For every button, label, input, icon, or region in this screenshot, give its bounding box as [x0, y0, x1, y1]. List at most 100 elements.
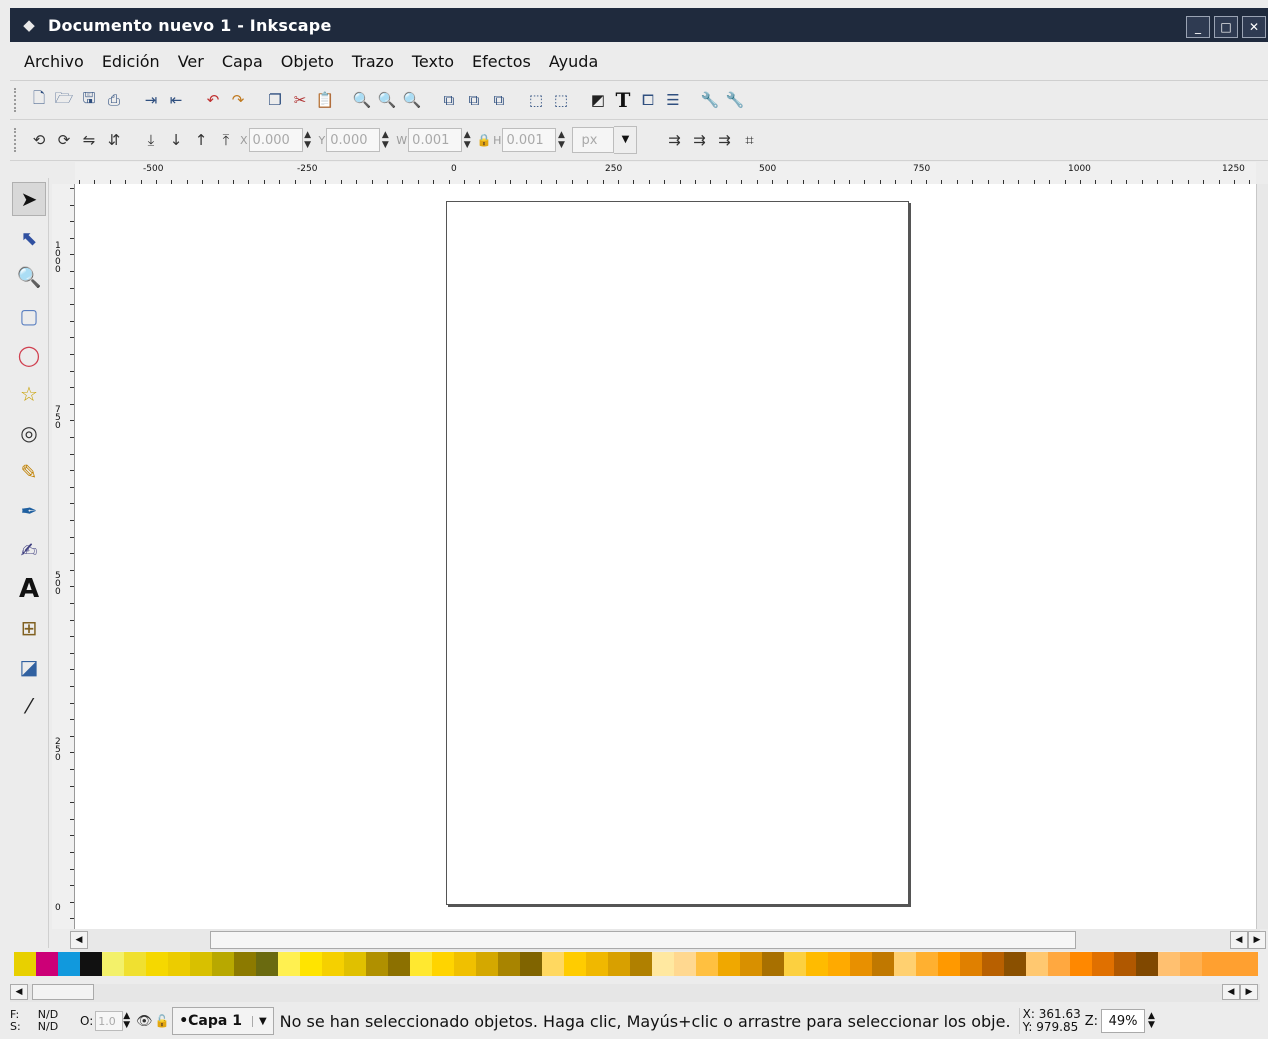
lower-to-bottom-icon[interactable]: ⤓ [140, 129, 162, 151]
palette-swatch[interactable] [740, 952, 762, 976]
palette-swatch[interactable] [80, 952, 102, 976]
horizontal-scroll-thumb[interactable] [210, 931, 1076, 949]
maximize-button[interactable]: □ [1214, 16, 1238, 38]
layer-select[interactable]: •Capa 1 ▼ [172, 1007, 274, 1035]
move-gradients-icon[interactable]: ⇉ [713, 129, 735, 151]
minimize-button[interactable]: _ [1186, 16, 1210, 38]
palette-swatch[interactable] [388, 952, 410, 976]
palette-scroll-right-button[interactable]: ▶ [1240, 984, 1258, 1000]
palette-swatch[interactable] [410, 952, 432, 976]
height-spinner[interactable]: ▲ ▼ [556, 130, 566, 150]
opacity-spinner[interactable]: ▲ ▼ [123, 1012, 130, 1030]
menu-archivo[interactable]: Archivo [24, 52, 84, 71]
palette-swatch[interactable] [168, 952, 190, 976]
close-button[interactable]: ✕ [1242, 16, 1266, 38]
text-tool-icon[interactable]: A [12, 572, 46, 606]
menu-objeto[interactable]: Objeto [281, 52, 334, 71]
star-tool-icon[interactable]: ☆ [12, 377, 46, 411]
palette-swatch[interactable] [102, 952, 124, 976]
menu-ver[interactable]: Ver [178, 52, 204, 71]
palette-swatch[interactable] [872, 952, 894, 976]
rotate-ccw-icon[interactable]: ⟲ [28, 129, 50, 151]
zoom-drawing-icon[interactable]: 🔍 [376, 89, 398, 111]
save-icon[interactable]: 🖫 [78, 89, 100, 111]
y-input[interactable]: 0.000 [326, 128, 381, 152]
menu-efectos[interactable]: Efectos [472, 52, 531, 71]
palette-swatch[interactable] [630, 952, 652, 976]
layer-lock-icon[interactable]: 🔓 [155, 1010, 170, 1032]
palette-swatch[interactable] [938, 952, 960, 976]
palette-swatch[interactable] [916, 952, 938, 976]
flip-horizontal-icon[interactable]: ⇋ [78, 129, 100, 151]
palette-swatch[interactable] [718, 952, 740, 976]
palette-swatch[interactable] [894, 952, 916, 976]
palette-swatch[interactable] [322, 952, 344, 976]
spiral-tool-icon[interactable]: ◎ [12, 416, 46, 450]
pen-tool-icon[interactable]: ✒ [12, 494, 46, 528]
connector-tool-icon[interactable]: ⊞ [12, 611, 46, 645]
palette-swatch[interactable] [960, 952, 982, 976]
palette-swatch[interactable] [190, 952, 212, 976]
paste-icon[interactable]: 📋 [314, 89, 336, 111]
opacity-input[interactable]: 1.0 [95, 1011, 124, 1031]
x-spinner[interactable]: ▲ ▼ [303, 130, 313, 150]
duplicate-icon[interactable]: ⧉ [438, 89, 460, 111]
palette-swatch[interactable] [542, 952, 564, 976]
export-icon[interactable]: ⇤ [165, 89, 187, 111]
scroll-left-button[interactable]: ◀ [70, 931, 88, 949]
palette-swatch[interactable] [476, 952, 498, 976]
horizontal-scrollbar[interactable]: ◀ ◀ ▶ [70, 929, 1266, 951]
palette-swatch[interactable] [982, 952, 1004, 976]
group-icon[interactable]: ⬚ [525, 89, 547, 111]
menu-ayuda[interactable]: Ayuda [549, 52, 598, 71]
menu-texto[interactable]: Texto [412, 52, 454, 71]
gradient-tool-icon[interactable]: ◪ [12, 650, 46, 684]
selector-tool-icon[interactable]: ➤ [12, 182, 46, 216]
palette-swatch[interactable] [1092, 952, 1114, 976]
palette-swatch[interactable] [1136, 952, 1158, 976]
zoom-input[interactable]: 49% [1101, 1009, 1146, 1033]
visibility-eye-icon[interactable]: 👁 [136, 1010, 153, 1032]
unit-select[interactable]: px [572, 127, 615, 153]
palette-swatch[interactable] [344, 952, 366, 976]
palette-swatch[interactable] [586, 952, 608, 976]
toolbar-grip[interactable] [14, 128, 22, 152]
layer-dropdown-arrow[interactable]: ▼ [251, 1015, 267, 1027]
palette-scroll-left-end-button[interactable]: ◀ [1222, 984, 1240, 1000]
vertical-scrollbar[interactable] [1256, 184, 1268, 929]
node-tool-icon[interactable]: ⬉ [12, 221, 46, 255]
new-document-icon[interactable]: 🗋 [28, 89, 50, 111]
palette-swatch[interactable] [498, 952, 520, 976]
dropper-tool-icon[interactable]: ⁄ [12, 689, 46, 723]
unlink-clone-icon[interactable]: ⧉ [488, 89, 510, 111]
lower-icon[interactable]: ↓ [165, 129, 187, 151]
palette-swatch[interactable] [454, 952, 476, 976]
page-border[interactable] [446, 201, 909, 905]
menu-capa[interactable]: Capa [222, 52, 263, 71]
fill-stroke-icon[interactable]: ◩ [587, 89, 609, 111]
move-patterns-icon[interactable]: ⌗ [738, 129, 760, 151]
undo-icon[interactable]: ↶ [202, 89, 224, 111]
print-icon[interactable]: ⎙ [103, 89, 125, 111]
palette-swatch[interactable] [1114, 952, 1136, 976]
inkscape-preferences-icon[interactable]: 🔧 [699, 89, 721, 111]
rectangle-tool-icon[interactable]: ▢ [12, 299, 46, 333]
palette-swatch[interactable] [256, 952, 278, 976]
palette-swatch[interactable] [300, 952, 322, 976]
palette-swatch[interactable] [784, 952, 806, 976]
zoom-spinner[interactable]: ▲ ▼ [1148, 1012, 1155, 1030]
flip-vertical-icon[interactable]: ⇵ [103, 129, 125, 151]
palette-swatch[interactable] [1070, 952, 1092, 976]
menu-trazo[interactable]: Trazo [352, 52, 394, 71]
x-input[interactable]: 0.000 [248, 128, 303, 152]
palette-swatch[interactable] [36, 952, 58, 976]
xml-editor-icon[interactable]: ⧠ [637, 89, 659, 111]
palette-swatch[interactable] [14, 952, 36, 976]
copy-icon[interactable]: ❐ [264, 89, 286, 111]
lock-ratio-icon[interactable]: 🔒 [477, 129, 492, 151]
align-distribute-icon[interactable]: ☰ [662, 89, 684, 111]
palette-swatch[interactable] [828, 952, 850, 976]
y-spinner[interactable]: ▲ ▼ [380, 130, 390, 150]
toolbar-grip[interactable] [14, 88, 22, 112]
palette-swatch[interactable] [432, 952, 454, 976]
